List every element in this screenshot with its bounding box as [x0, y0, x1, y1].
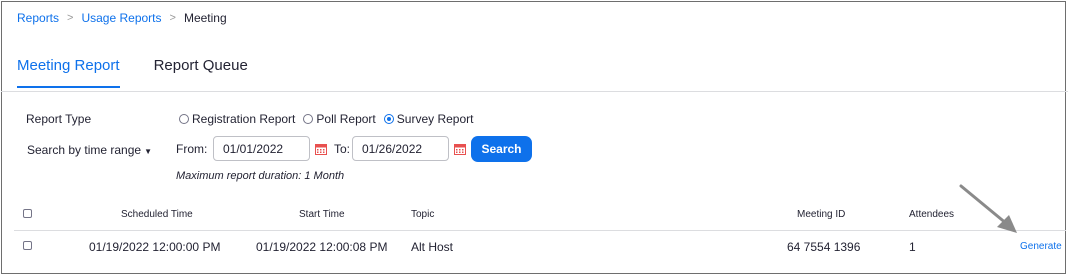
page-frame: [1, 1, 1066, 274]
report-type-radio-group: Registration Report Poll Report Survey R…: [179, 112, 481, 126]
report-type-label: Report Type: [26, 112, 92, 126]
search-button[interactable]: Search: [471, 136, 532, 162]
search-by-dropdown[interactable]: Search by time range ▼: [27, 143, 152, 157]
from-date-input[interactable]: [213, 136, 310, 161]
cell-start-time: 01/19/2022 12:00:08 PM: [256, 240, 388, 254]
breadcrumb-separator: >: [169, 12, 176, 24]
breadcrumb: Reports > Usage Reports > Meeting: [17, 11, 227, 25]
cell-scheduled-time: 01/19/2022 12:00:00 PM: [89, 240, 221, 254]
annotation-arrow: [959, 184, 1017, 233]
to-label: To:: [334, 142, 351, 156]
header-scheduled-time: Scheduled Time: [121, 209, 193, 220]
search-by-label: Search by time range: [27, 143, 142, 157]
header-meeting-id: Meeting ID: [797, 209, 846, 220]
breadcrumb-separator: >: [67, 12, 74, 24]
radio-label: Poll Report: [316, 112, 376, 126]
cell-topic: Alt Host: [411, 240, 454, 254]
select-all-checkbox[interactable]: [23, 209, 32, 218]
radio-circle[interactable]: [179, 114, 189, 124]
radio-survey-report[interactable]: Survey Report: [383, 112, 474, 126]
generate-link[interactable]: Generate: [1020, 241, 1062, 252]
caret-down-icon: ▼: [144, 147, 152, 156]
tab-divider: [1, 91, 1068, 92]
radio-label: Registration Report: [192, 112, 296, 126]
max-duration-note: Maximum report duration: 1 Month: [176, 170, 345, 182]
from-label: From:: [176, 142, 208, 156]
radio-poll-report[interactable]: Poll Report: [303, 112, 376, 126]
tab-report-queue[interactable]: Report Queue: [154, 57, 248, 88]
tab-meeting-report[interactable]: Meeting Report: [17, 57, 120, 88]
table-divider: [14, 230, 1066, 231]
calendar-icon[interactable]: [315, 143, 327, 155]
header-topic: Topic: [411, 209, 435, 220]
breadcrumb-current: Meeting: [183, 11, 227, 25]
breadcrumb-reports[interactable]: Reports: [17, 11, 59, 25]
cell-meeting-id: 64 7554 1396: [787, 240, 861, 254]
cell-attendees: 1: [909, 240, 916, 254]
header-start-time: Start Time: [299, 209, 345, 220]
to-date-input[interactable]: [352, 136, 449, 161]
calendar-icon[interactable]: [454, 143, 466, 155]
breadcrumb-usage-reports[interactable]: Usage Reports: [81, 11, 161, 25]
radio-registration-report[interactable]: Registration Report: [179, 112, 295, 126]
header-attendees: Attendees: [909, 209, 955, 220]
radio-circle[interactable]: [303, 114, 314, 124]
radio-circle-checked[interactable]: [383, 114, 394, 124]
tab-bar: Meeting Report Report Queue: [17, 57, 282, 88]
row-checkbox[interactable]: [23, 241, 32, 250]
radio-label: Survey Report: [396, 112, 474, 126]
